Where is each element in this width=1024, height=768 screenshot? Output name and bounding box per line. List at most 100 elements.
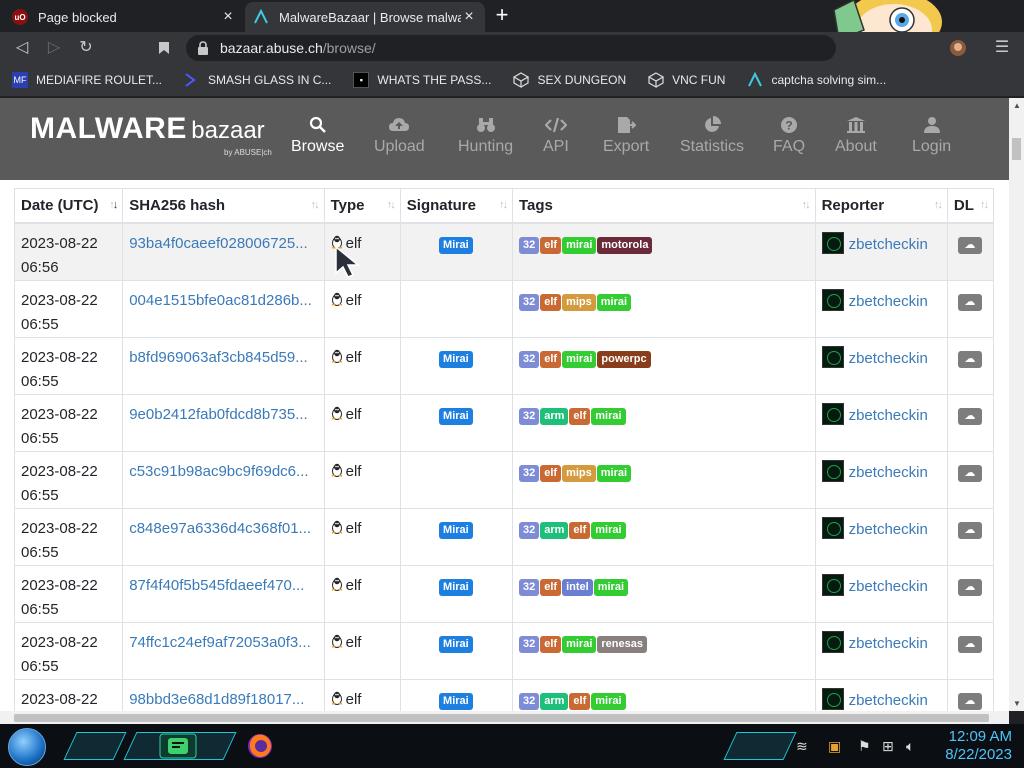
tag-badge[interactable]: elf — [540, 293, 562, 311]
address-bar[interactable]: bazaar.abuse.ch/browse/ — [186, 35, 836, 61]
horizontal-scrollbar[interactable] — [0, 711, 1009, 724]
vertical-scrollbar[interactable]: ▲ ▼ — [1009, 98, 1024, 711]
download-cloud-icon[interactable]: ☁ — [957, 692, 982, 710]
nav-api[interactable]: API — [543, 116, 569, 156]
hash-link[interactable]: c53c91b98ac9bc9f69dc6... — [129, 463, 308, 480]
download-cloud-icon[interactable]: ☁ — [957, 350, 982, 368]
nav-faq[interactable]: ? FAQ — [773, 116, 805, 156]
reporter-link[interactable]: zbetcheckin — [849, 350, 928, 367]
nav-statistics[interactable]: Statistics — [680, 116, 744, 156]
new-tab-button[interactable]: + — [490, 4, 514, 28]
tag-badge[interactable]: 32 — [518, 635, 540, 653]
signature-badge[interactable]: Mirai — [439, 578, 473, 596]
tag-badge[interactable]: 32 — [518, 350, 540, 368]
tag-badge[interactable]: motorola — [597, 236, 653, 254]
nav-export[interactable]: Export — [603, 116, 649, 156]
column-header-sha256-hash[interactable]: SHA256 hash ↑↓ — [122, 188, 325, 224]
tag-badge[interactable]: elf — [569, 407, 591, 425]
tag-badge[interactable]: arm — [540, 692, 569, 710]
download-cloud-icon[interactable]: ☁ — [957, 578, 982, 596]
tag-badge[interactable]: elf — [540, 236, 562, 254]
volume-icon[interactable]: 🔈︎ — [906, 738, 914, 755]
hash-link[interactable]: c848e97a6336d4c368f01... — [129, 520, 311, 537]
tag-badge[interactable]: 32 — [518, 293, 540, 311]
profile-avatar[interactable] — [946, 36, 970, 60]
hash-link[interactable]: 98bbd3e68d1d89f18017... — [129, 691, 304, 708]
nav-login[interactable]: Login — [912, 116, 951, 156]
reporter-link[interactable]: zbetcheckin — [849, 464, 928, 481]
tag-badge[interactable]: elf — [540, 464, 562, 482]
signature-badge[interactable]: Mirai — [439, 350, 473, 368]
reporter-link[interactable]: zbetcheckin — [849, 236, 928, 253]
column-header-reporter[interactable]: Reporter ↑↓ — [814, 188, 948, 224]
bookmark-item[interactable]: SEX DUNGEON — [513, 72, 626, 88]
tab-page-blocked[interactable]: uO Page blocked × — [4, 2, 244, 32]
download-cloud-icon[interactable]: ☁ — [957, 464, 982, 482]
tab-malwarebazaar[interactable]: MalwareBazaar | Browse malware s × — [245, 2, 485, 32]
taskbar-app-notes[interactable] — [154, 730, 202, 762]
close-icon[interactable]: × — [220, 8, 236, 26]
tag-badge[interactable]: 32 — [518, 521, 540, 539]
nav-upload[interactable]: Upload — [374, 116, 425, 156]
tag-badge[interactable]: intel — [562, 578, 593, 596]
hash-link[interactable]: 004e1515bfe0ac81d286b... — [129, 292, 312, 309]
reporter-link[interactable]: zbetcheckin — [849, 407, 928, 424]
signature-badge[interactable]: Mirai — [439, 692, 473, 710]
network-icon[interactable]: ⊞ — [882, 738, 894, 755]
tag-badge[interactable]: 32 — [518, 578, 540, 596]
hash-link[interactable]: 87f4f40f5b545fdaeef470... — [129, 577, 304, 594]
tag-badge[interactable]: mirai — [596, 464, 632, 482]
tag-badge[interactable]: elf — [540, 578, 562, 596]
hash-link[interactable]: 93ba4f0caeef028006725... — [129, 235, 308, 252]
bookmark-icon[interactable] — [152, 36, 176, 60]
tag-badge[interactable]: mirai — [562, 236, 597, 254]
tag-badge[interactable]: mips — [562, 464, 596, 482]
hash-link[interactable]: 74ffc1c24ef9af72053a0f3... — [129, 634, 311, 651]
tag-badge[interactable]: mirai — [596, 293, 632, 311]
tag-badge[interactable]: 32 — [518, 236, 540, 254]
tag-badge[interactable]: mirai — [562, 350, 597, 368]
firefox-icon[interactable] — [236, 730, 284, 762]
nav-browse[interactable]: Browse — [291, 116, 344, 156]
download-cloud-icon[interactable]: ☁ — [957, 521, 982, 539]
tag-badge[interactable]: 32 — [518, 692, 540, 710]
taskbar-clock[interactable]: 12:09 AM 8/22/2023 — [932, 728, 1012, 764]
back-icon[interactable]: ◁ — [10, 36, 34, 60]
start-button[interactable] — [8, 728, 46, 766]
hash-link[interactable]: b8fd969063af3cb845d59... — [129, 349, 308, 366]
bookmark-item[interactable]: MF MEDIAFIRE ROULET... — [12, 72, 162, 88]
nav-about[interactable]: About — [835, 116, 877, 156]
nav-hunting[interactable]: Hunting — [458, 116, 513, 156]
flag-icon[interactable]: ⚑ — [858, 738, 871, 755]
column-header-dl[interactable]: DL ↑↓ — [946, 188, 995, 224]
tag-badge[interactable]: mirai — [591, 521, 626, 539]
tag-badge[interactable]: elf — [540, 635, 562, 653]
reporter-link[interactable]: zbetcheckin — [849, 635, 928, 652]
hash-link[interactable]: 9e0b2412fab0fdcd8b735... — [129, 406, 308, 423]
show-hidden-icons-icon[interactable]: ≋ — [796, 738, 808, 755]
tag-badge[interactable]: powerpc — [597, 350, 651, 368]
tag-badge[interactable]: mirai — [591, 692, 626, 710]
bookmark-item[interactable]: captcha solving sim... — [747, 72, 886, 88]
close-icon[interactable]: × — [461, 8, 477, 26]
tag-badge[interactable]: elf — [569, 521, 591, 539]
download-cloud-icon[interactable]: ☁ — [957, 293, 982, 311]
reporter-link[interactable]: zbetcheckin — [849, 578, 928, 595]
tag-badge[interactable]: mirai — [591, 407, 626, 425]
column-header-type[interactable]: Type ↑↓ — [323, 188, 401, 224]
tag-badge[interactable]: mirai — [562, 635, 597, 653]
bookmark-item[interactable]: SMASH GLASS IN C... — [184, 72, 331, 88]
bookmark-item[interactable]: VNC FUN — [648, 72, 725, 88]
tag-badge[interactable]: renesas — [597, 635, 647, 653]
signature-badge[interactable]: Mirai — [439, 236, 473, 254]
tag-badge[interactable]: elf — [569, 692, 591, 710]
tag-badge[interactable]: mirai — [593, 578, 628, 596]
signature-badge[interactable]: Mirai — [439, 635, 473, 653]
bookmark-item[interactable]: ▪ WHATS THE PASS... — [353, 72, 491, 88]
column-header-signature[interactable]: Signature ↑↓ — [399, 188, 513, 224]
forward-icon[interactable]: ▷ — [42, 36, 66, 60]
column-header-date-utc[interactable]: Date (UTC) ↑↓ — [13, 188, 124, 224]
reporter-link[interactable]: zbetcheckin — [849, 521, 928, 538]
tray-app-icon[interactable]: ▣ — [828, 738, 841, 755]
download-cloud-icon[interactable]: ☁ — [957, 407, 982, 425]
